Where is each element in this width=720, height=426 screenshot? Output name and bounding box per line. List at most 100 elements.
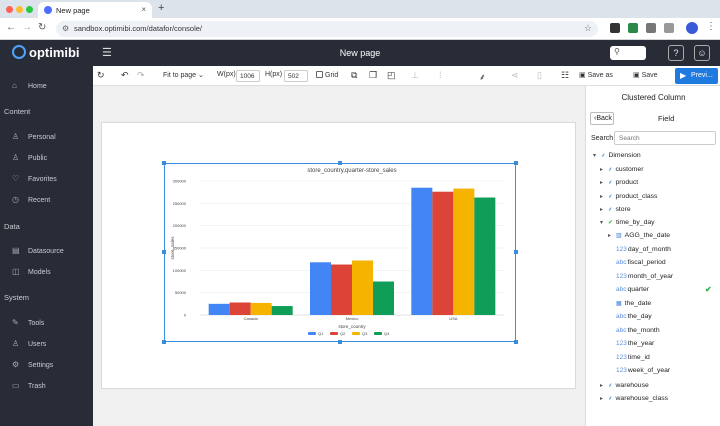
chart-bar[interactable] [411,187,433,315]
browser-tab[interactable]: New page × [38,2,152,18]
mobile-icon[interactable]: ▯ [537,70,542,81]
field-tree-item[interactable]: ▾ ⸙ Dimension [593,151,641,159]
chart-bar[interactable] [250,302,272,315]
chart-bar[interactable] [432,191,454,315]
field-tree-item[interactable]: 123week_of_year [616,367,670,374]
height-input[interactable] [284,70,308,82]
sidebar-item-users[interactable]: ♙ Users [12,339,46,348]
sidebar-item-personal[interactable]: ♙ Personal [12,132,56,141]
profile-avatar[interactable] [686,22,698,34]
chevron-down-icon[interactable]: ▾ [600,219,608,226]
chart-bar[interactable] [352,260,373,315]
duplicate-icon[interactable]: ❐ [369,70,377,81]
chart-bar[interactable] [453,188,475,315]
maximize-window-button[interactable] [26,6,33,13]
field-tree-item[interactable]: ▸ ⸙ warehouse_class [600,394,668,402]
fit-to-page-select[interactable]: Fit to page ⌄ [163,71,204,79]
resize-handle[interactable] [514,340,518,344]
resize-handle[interactable] [162,340,166,344]
chevron-down-icon[interactable]: ▾ [593,152,601,159]
width-input[interactable] [236,70,260,82]
chart-bar[interactable] [208,303,230,315]
sidebar-item-tools[interactable]: ✎ Tools [12,318,44,327]
sidebar-item-datasource[interactable]: ▤ Datasource [12,246,64,255]
field-tree-item[interactable]: ▸ ⸙ warehouse [600,381,649,389]
refresh-icon[interactable]: ↻ [97,70,105,81]
new-tab-button[interactable]: + [158,2,164,14]
back-arrow-icon[interactable]: ← [6,22,16,33]
align-icon[interactable]: ⊥ [411,70,419,81]
field-search-input[interactable] [614,131,716,145]
share-icon[interactable]: ⋖ [511,70,519,81]
extension-icon[interactable] [628,23,638,33]
help-button[interactable]: ? [668,45,684,61]
chevron-right-icon[interactable]: ▸ [600,166,608,173]
field-tree-item[interactable]: ▸ ⸙ product [600,178,638,186]
minimize-window-button[interactable] [16,6,23,13]
chevron-right-icon[interactable]: ▸ [600,395,608,402]
clustered-column-chart[interactable]: store_country,quarter-store_sales 0 50000 1… [164,163,516,342]
sidebar-item-favorites[interactable]: ♡ Favorites [12,174,57,183]
grid-checkbox[interactable] [316,71,323,78]
distribute-icon[interactable]: ⁞ [439,70,442,80]
field-tree-item[interactable]: 123time_id [616,354,650,361]
chart-bar[interactable] [474,197,496,315]
sidebar-item-trash[interactable]: ▭ Trash [12,381,46,390]
window-controls[interactable] [6,6,36,15]
user-menu-button[interactable]: ☺ [694,45,710,61]
header-search-button[interactable]: ⚲ [610,46,646,60]
resize-handle[interactable] [338,161,342,165]
chart-bar[interactable] [310,262,331,315]
tab-close-icon[interactable]: × [141,5,146,14]
save-button[interactable]: ▣ Save [633,71,658,79]
extension-icon[interactable] [646,23,656,33]
field-tree-item[interactable]: ▸ ⸙ product_class [600,192,657,200]
filter-settings-icon[interactable]: ☷ [561,70,569,81]
browser-menu-icon[interactable]: ⋮ [706,21,716,32]
resize-handle[interactable] [162,250,166,254]
chevron-right-icon[interactable]: ▸ [600,206,608,213]
grid-toggle[interactable]: Grid [316,71,338,79]
resize-handle[interactable] [514,250,518,254]
site-info-icon[interactable]: ⚙ [62,24,69,33]
undo-icon[interactable]: ↶ [121,70,129,81]
resize-handle[interactable] [338,340,342,344]
reload-icon[interactable]: ↻ [38,22,46,33]
field-tree-item[interactable]: abcfiscal_period [616,259,666,266]
back-button[interactable]: ‹Back [590,112,614,125]
field-tree-item[interactable]: ▦ the_date [616,300,651,307]
sidebar-item-models[interactable]: ◫ Models [12,267,51,276]
chart-bar[interactable] [271,306,293,315]
field-tree-item[interactable]: abcquarter [616,286,649,293]
field-tree-item[interactable]: ▸ ▥ AGG_the_date [608,232,670,239]
chart-bar[interactable] [229,302,251,315]
chevron-right-icon[interactable]: ▸ [600,179,608,186]
forward-arrow-icon[interactable]: → [22,22,32,33]
bookmark-star-icon[interactable]: ☆ [584,23,592,34]
puzzle-icon[interactable] [664,23,674,33]
chart-bar[interactable] [373,281,394,316]
field-tree-item[interactable]: 123month_of_year [616,273,673,280]
resize-handle[interactable] [162,161,166,165]
extension-icon[interactable] [610,23,620,33]
chevron-right-icon[interactable]: ▸ [608,232,616,239]
copy-icon[interactable]: ⧉ [351,70,357,81]
sidebar-item-settings[interactable]: ⚙ Settings [12,360,53,369]
field-tree-item[interactable]: ▾ ✔ time_by_day [600,219,655,226]
chevron-right-icon[interactable]: ▸ [600,193,608,200]
field-tree-item[interactable]: 123the_year [616,340,654,347]
layer-icon[interactable]: ◰ [387,70,396,81]
url-field[interactable]: ⚙ sandbox.optimibi.com/datafor/console/ … [56,21,598,37]
field-tab[interactable]: Field [658,114,674,123]
field-tree-item[interactable]: ▸ ⸙ store [600,205,631,213]
chevron-right-icon[interactable]: ▸ [600,382,608,389]
field-tree-item[interactable]: ▸ ⸙ customer [600,165,643,173]
sidebar-item-recent[interactable]: ◷ Recent [12,195,50,204]
save-as-button[interactable]: ▣ Save as [579,71,613,79]
field-tree-item[interactable]: 123day_of_month [616,246,671,253]
field-tree-item[interactable]: abcthe_month [616,327,660,334]
preview-button[interactable]: ▶ Previ... [675,68,718,84]
field-tree-item[interactable]: abcthe_day [616,313,652,320]
hierarchy-icon[interactable]: ⸙ [479,70,486,83]
redo-icon[interactable]: ↷ [137,70,145,81]
